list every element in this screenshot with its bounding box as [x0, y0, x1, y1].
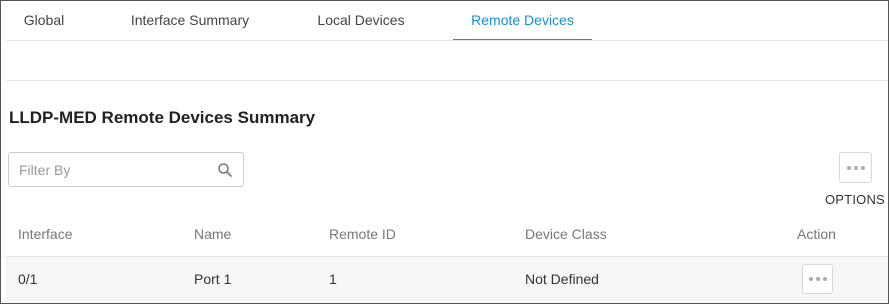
cell-name: Port 1 [194, 271, 232, 287]
filter-input[interactable] [9, 153, 209, 186]
tab-local-devices[interactable]: Local Devices [297, 1, 425, 41]
more-dots-icon [808, 277, 813, 281]
options-label: OPTIONS [825, 192, 885, 207]
search-icon[interactable] [217, 162, 233, 178]
column-header-action: Action [797, 226, 836, 242]
row-action-button[interactable] [802, 264, 833, 294]
table-row[interactable] [6, 257, 888, 303]
options-button[interactable] [839, 152, 872, 183]
cell-device-class: Not Defined [525, 271, 599, 287]
lldp-med-remote-devices-panel: Global Interface Summary Local Devices R… [0, 0, 889, 304]
tab-bar: Global Interface Summary Local Devices R… [1, 1, 888, 41]
tab-divider [6, 40, 888, 41]
tab-interface-summary[interactable]: Interface Summary [114, 1, 266, 41]
column-header-name[interactable]: Name [194, 226, 231, 242]
cell-interface: 0/1 [18, 271, 38, 287]
cell-remote-id: 1 [329, 271, 337, 287]
section-divider [6, 80, 888, 81]
tab-remote-devices[interactable]: Remote Devices [453, 1, 592, 41]
tab-global[interactable]: Global [11, 1, 77, 41]
page-title: LLDP-MED Remote Devices Summary [9, 108, 316, 127]
column-header-device-class[interactable]: Device Class [525, 226, 607, 242]
filter-field[interactable] [8, 152, 244, 187]
column-header-remote-id[interactable]: Remote ID [329, 226, 396, 242]
more-dots-icon [846, 165, 851, 170]
column-header-interface[interactable]: Interface [18, 226, 72, 242]
